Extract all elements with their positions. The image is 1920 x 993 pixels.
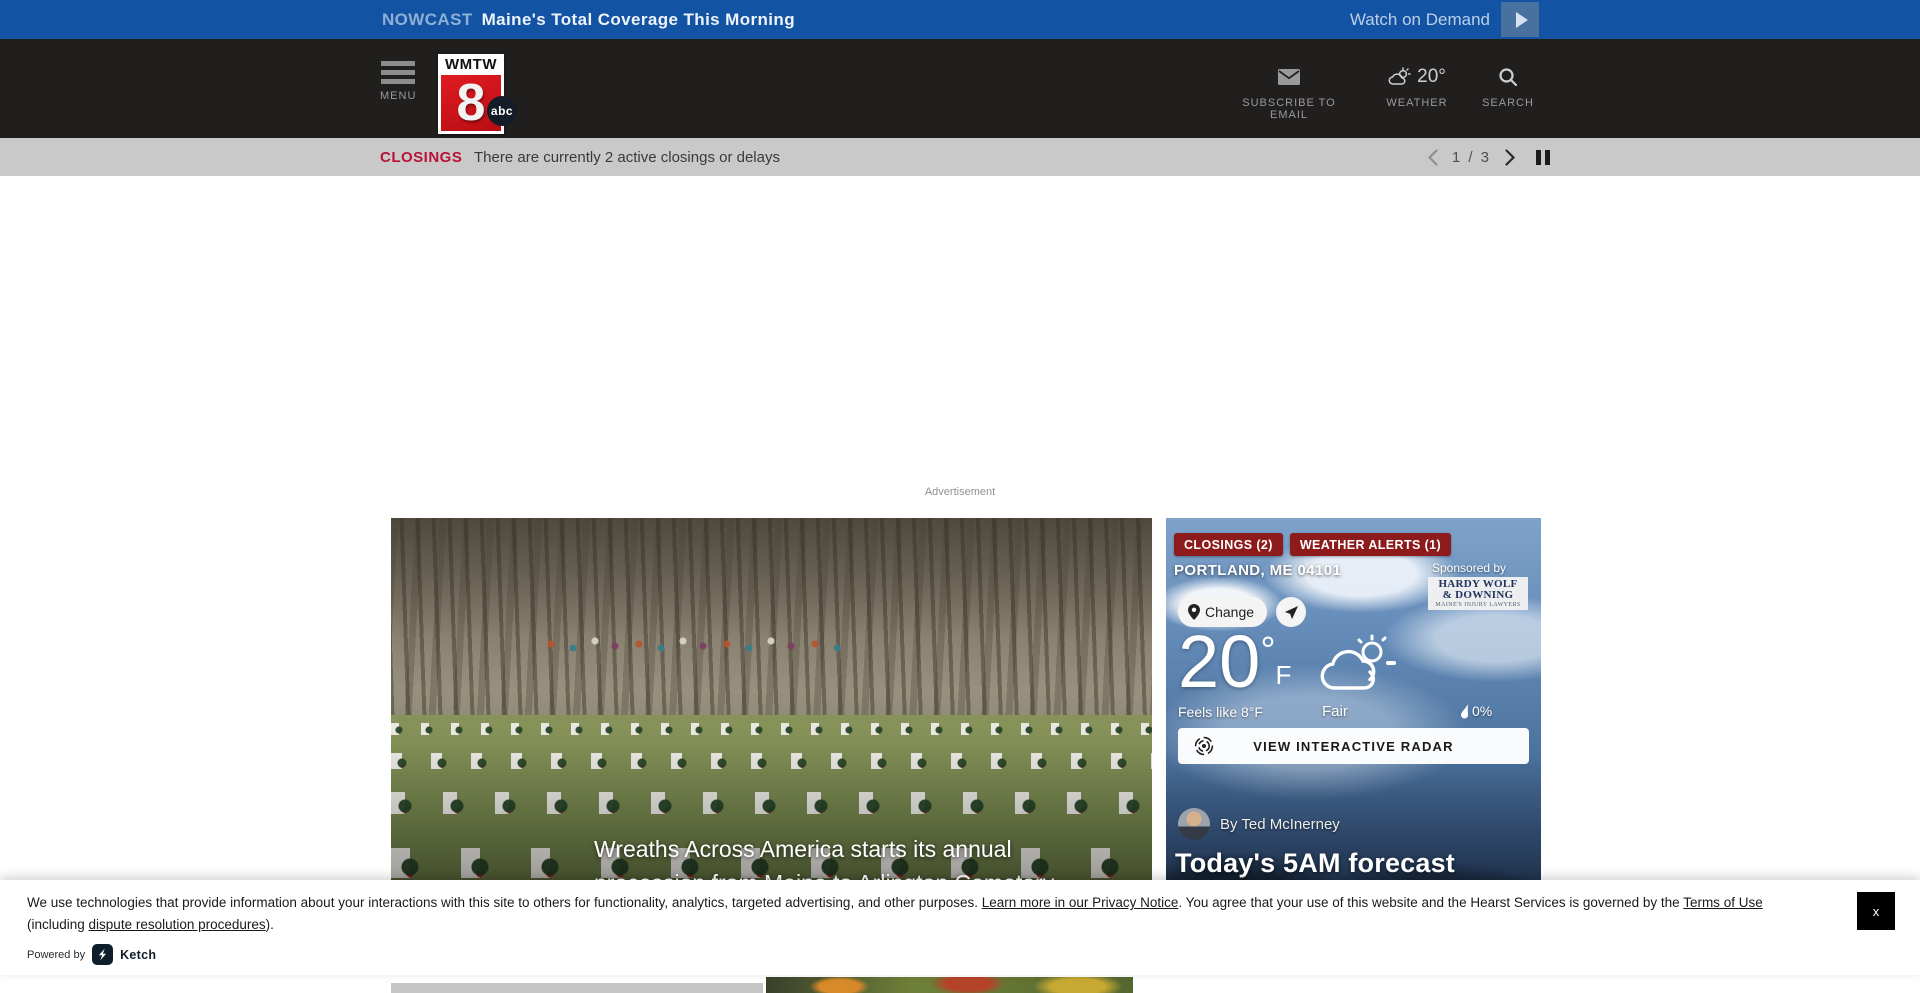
dispute-procedures-link[interactable]: dispute resolution procedures (89, 917, 266, 932)
ketch-logo-icon (92, 944, 113, 965)
nowcast-text[interactable]: NOWCAST Maine's Total Coverage This Morn… (382, 0, 795, 39)
cookie-text-part2: . You agree that your use of this websit… (1178, 895, 1683, 910)
view-radar-button[interactable]: VIEW INTERACTIVE RADAR (1178, 728, 1529, 764)
chevron-right-icon (1505, 149, 1516, 166)
search-label: SEARCH (1468, 97, 1548, 109)
sun-cloud-icon (1318, 634, 1400, 696)
current-temperature: 20 (1178, 622, 1260, 702)
email-icon (1278, 69, 1300, 85)
temperature-unit: F (1276, 660, 1292, 702)
closings-message[interactable]: There are currently 2 active closings or… (474, 138, 780, 176)
nowcast-banner: NOWCAST Maine's Total Coverage This Morn… (0, 0, 1920, 39)
page: NOWCAST Maine's Total Coverage This Morn… (0, 0, 1920, 993)
ketch-label: Ketch (120, 948, 156, 962)
logo-channel-number: 8 (457, 73, 486, 133)
weather-label: WEATHER (1377, 97, 1457, 109)
weather-icon (1388, 67, 1412, 87)
station-logo[interactable]: WMTW 8 abc (438, 54, 504, 134)
terms-of-use-link[interactable]: Terms of Use (1683, 895, 1763, 910)
pager-next-button[interactable] (1505, 149, 1516, 166)
condition-label: Fair (1322, 703, 1348, 720)
pause-icon (1536, 150, 1541, 165)
location-pin-icon (1188, 604, 1200, 620)
powered-by-label: Powered by (27, 949, 85, 961)
sponsored-by-label: Sponsored by (1432, 561, 1506, 575)
site-header: MENU WMTW 8 abc SUBSCRIBE TO EMAIL (0, 39, 1920, 138)
sponsor-name-line2: & DOWNING (1428, 590, 1528, 601)
feels-like: Feels like 8°F (1178, 704, 1263, 720)
chevron-left-icon (1427, 149, 1438, 166)
weather-nav-button[interactable]: 20° WEATHER (1377, 63, 1457, 109)
nowcast-title: Maine's Total Coverage This Morning (482, 10, 795, 30)
cookie-text-part1: We use technologies that provide informa… (27, 895, 982, 910)
alert-badges: CLOSINGS (2) WEATHER ALERTS (1) (1174, 533, 1451, 556)
hamburger-icon (380, 61, 416, 84)
view-radar-label: VIEW INTERACTIVE RADAR (1253, 739, 1453, 754)
radar-icon (1194, 736, 1214, 756)
header-temperature: 20° (1417, 66, 1446, 88)
search-icon (1498, 67, 1518, 87)
menu-button[interactable]: MENU (380, 61, 416, 102)
author-avatar[interactable] (1178, 808, 1210, 840)
navigation-arrow-icon (1284, 605, 1299, 620)
sponsor-logo[interactable]: HARDY WOLF & DOWNING MAINE'S INJURY LAWY… (1428, 577, 1528, 610)
closings-alert-bar: CLOSINGS There are currently 2 active cl… (0, 138, 1920, 176)
cookie-text: We use technologies that provide informa… (27, 892, 1817, 935)
cookie-consent-banner: We use technologies that provide informa… (0, 880, 1920, 975)
subscribe-button[interactable]: SUBSCRIBE TO EMAIL (1224, 63, 1354, 121)
watch-on-demand-link[interactable]: Watch on Demand (1350, 0, 1490, 39)
degree-symbol: ° (1260, 630, 1275, 702)
privacy-notice-link[interactable]: Learn more in our Privacy Notice (982, 895, 1179, 910)
next-story-sliver-left[interactable] (391, 983, 763, 993)
precipitation-value: 0% (1472, 703, 1492, 719)
sponsor-tagline: MAINE'S INJURY LAWYERS (1428, 602, 1528, 608)
abc-network-badge: abc (487, 96, 517, 126)
raindrop-icon (1460, 704, 1469, 719)
widget-location: PORTLAND, ME 04101 (1174, 562, 1341, 579)
pager-prev-button[interactable] (1427, 149, 1438, 166)
cookie-text-part4: ). (266, 917, 274, 932)
powered-by[interactable]: Powered by Ketch (27, 944, 156, 965)
play-button[interactable] (1501, 2, 1539, 37)
weather-alerts-badge[interactable]: WEATHER ALERTS (1) (1290, 533, 1451, 556)
current-conditions: 20 ° F (1178, 622, 1291, 702)
advertisement-label: Advertisement (0, 486, 1920, 498)
byline[interactable]: By Ted McInerney (1220, 816, 1340, 833)
cookie-close-button[interactable]: x (1857, 892, 1895, 930)
story-image (391, 518, 1152, 732)
closings-pager: 1 / 3 (1427, 138, 1550, 176)
nowcast-kicker: NOWCAST (382, 10, 473, 30)
closings-badge[interactable]: CLOSINGS (2) (1174, 533, 1283, 556)
subscribe-label: SUBSCRIBE TO EMAIL (1224, 97, 1354, 121)
play-icon (1516, 12, 1528, 28)
pager-pause-button[interactable] (1536, 150, 1550, 165)
precipitation: 0% (1460, 703, 1492, 719)
logo-station-text: WMTW (438, 54, 504, 73)
next-story-sliver-right[interactable] (766, 977, 1133, 993)
search-button[interactable]: SEARCH (1468, 63, 1548, 109)
change-label: Change (1205, 604, 1254, 620)
closings-label: CLOSINGS (380, 138, 462, 176)
cookie-text-part3: (including (27, 917, 89, 932)
menu-label: MENU (380, 90, 416, 102)
pager-count: 1 / 3 (1452, 149, 1491, 166)
